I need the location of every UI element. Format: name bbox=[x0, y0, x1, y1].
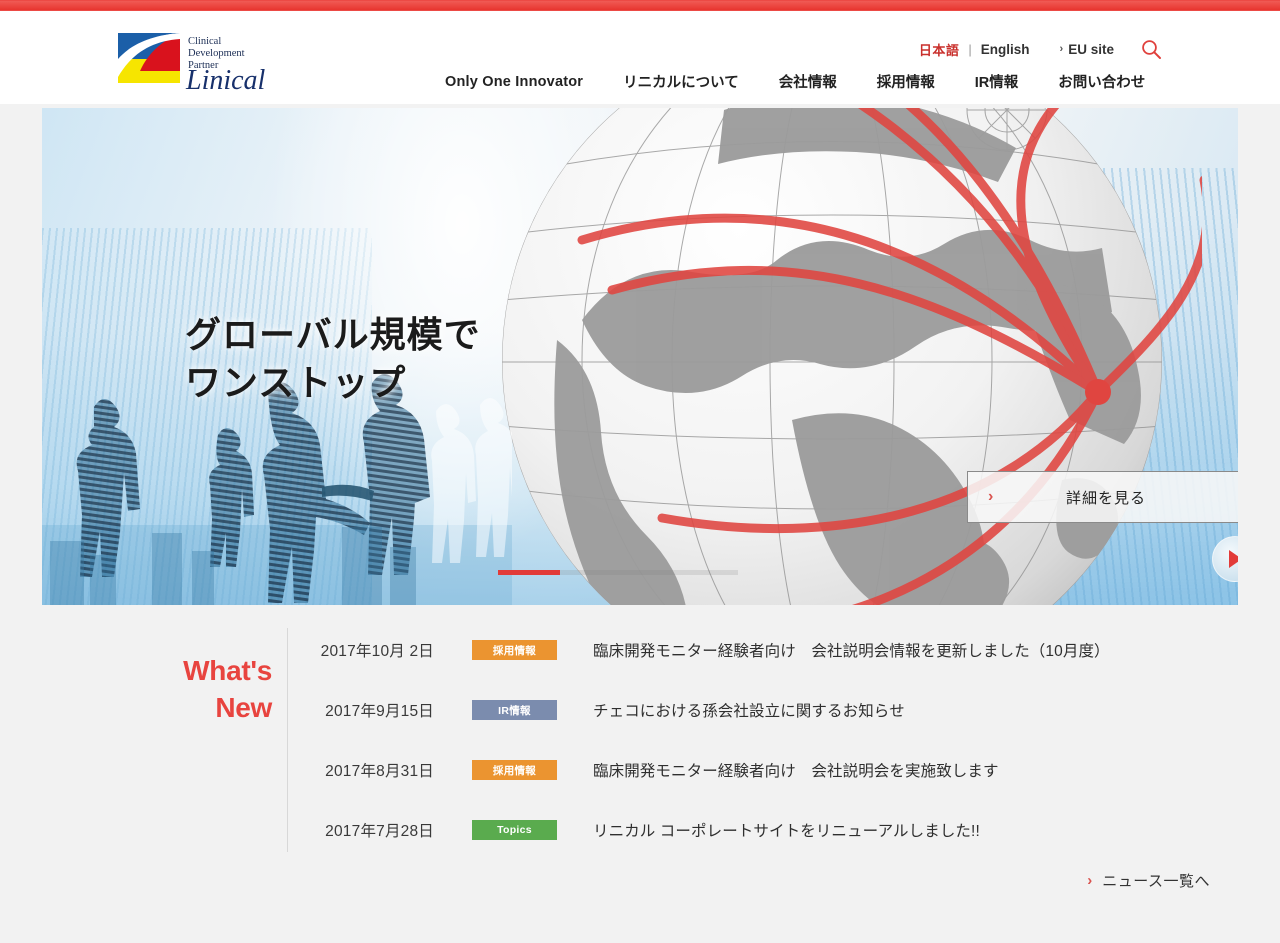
news-date: 2017年10月 2日 bbox=[304, 639, 434, 661]
news-title[interactable]: リニカル コーポレートサイトをリニューアルしました!! bbox=[593, 819, 980, 841]
news-list-link[interactable]: › ニュース一覧へ bbox=[1087, 870, 1210, 891]
nav-item-about-linical[interactable]: リニカルについて bbox=[603, 71, 759, 92]
top-accent-bar bbox=[0, 0, 1280, 11]
site-logo[interactable]: Clinical Development Partner Linical bbox=[118, 31, 288, 93]
globe-graphic bbox=[462, 108, 1202, 605]
chevron-right-icon: › bbox=[1087, 872, 1092, 889]
logo-graphic: Clinical Development Partner Linical bbox=[118, 31, 288, 93]
whats-new-section: What's New 2017年10月 2日 採用情報 臨床開発モニター経験者向… bbox=[42, 620, 1238, 910]
news-list-link-label: ニュース一覧へ bbox=[1102, 870, 1210, 891]
section-divider bbox=[287, 628, 288, 852]
news-title[interactable]: 臨床開発モニター経験者向け 会社説明会を実施致します bbox=[593, 759, 999, 781]
utility-nav: 日本語 | English › EU site bbox=[919, 38, 1162, 60]
logo-tagline-2: Development bbox=[188, 48, 245, 59]
main-navigation: Only One Innovator リニカルについて 会社情報 採用情報 IR… bbox=[425, 71, 1165, 92]
news-date: 2017年8月31日 bbox=[304, 759, 434, 781]
hero-cta-label: 詳細を見る bbox=[1006, 487, 1206, 508]
hero-cta-button[interactable]: › 詳細を見る bbox=[967, 471, 1238, 523]
lang-separator: | bbox=[968, 42, 971, 57]
news-list: 2017年10月 2日 採用情報 臨床開発モニター経験者向け 会社説明会情報を更… bbox=[304, 620, 1238, 860]
nav-item-contact[interactable]: お問い合わせ bbox=[1038, 71, 1165, 92]
news-category-badge: IR情報 bbox=[472, 700, 557, 720]
eu-site-link[interactable]: › EU site bbox=[1060, 42, 1114, 57]
news-date: 2017年7月28日 bbox=[304, 819, 434, 841]
nav-item-company-info[interactable]: 会社情報 bbox=[759, 71, 857, 92]
logo-wordmark: Linical bbox=[185, 65, 266, 93]
chevron-right-icon: › bbox=[1060, 43, 1064, 55]
news-list-item[interactable]: 2017年10月 2日 採用情報 臨床開発モニター経験者向け 会社説明会情報を更… bbox=[304, 620, 1238, 680]
logo-tagline-1: Clinical bbox=[188, 36, 221, 47]
news-list-item[interactable]: 2017年9月15日 IR情報 チェコにおける孫会社設立に関するお知らせ bbox=[304, 680, 1238, 740]
slider-progress-indicator[interactable] bbox=[498, 570, 560, 575]
nav-item-recruit-info[interactable]: 採用情報 bbox=[857, 71, 955, 92]
hero-headline: グローバル規模で ワンストップ bbox=[185, 311, 481, 407]
lang-switch-japanese[interactable]: 日本語 bbox=[919, 40, 960, 59]
search-glyph bbox=[1141, 39, 1162, 60]
news-title[interactable]: 臨床開発モニター経験者向け 会社説明会情報を更新しました（10月度） bbox=[593, 639, 1110, 661]
eu-site-label: EU site bbox=[1068, 42, 1114, 57]
search-icon[interactable] bbox=[1140, 38, 1162, 60]
news-list-item[interactable]: 2017年8月31日 採用情報 臨床開発モニター経験者向け 会社説明会を実施致し… bbox=[304, 740, 1238, 800]
news-category-badge: 採用情報 bbox=[472, 760, 557, 780]
lang-switch-english[interactable]: English bbox=[981, 42, 1030, 57]
site-header: Clinical Development Partner Linical 日本語… bbox=[0, 11, 1280, 105]
news-title[interactable]: チェコにおける孫会社設立に関するお知らせ bbox=[593, 699, 905, 721]
chevron-right-icon: › bbox=[988, 488, 1006, 506]
hero-slider[interactable]: グローバル規模で ワンストップ › 詳細を見る bbox=[42, 108, 1238, 605]
news-date: 2017年9月15日 bbox=[304, 699, 434, 721]
whats-new-heading: What's New bbox=[42, 653, 272, 727]
news-list-item[interactable]: 2017年7月28日 Topics リニカル コーポレートサイトをリニューアルし… bbox=[304, 800, 1238, 860]
news-category-badge: 採用情報 bbox=[472, 640, 557, 660]
top-accent-bar-gradient bbox=[0, 1, 1280, 10]
globe-illustration bbox=[462, 108, 1202, 605]
nav-item-ir-info[interactable]: IR情報 bbox=[955, 71, 1039, 92]
news-category-badge: Topics bbox=[472, 820, 557, 840]
nav-item-only-one-innovator[interactable]: Only One Innovator bbox=[425, 74, 603, 90]
